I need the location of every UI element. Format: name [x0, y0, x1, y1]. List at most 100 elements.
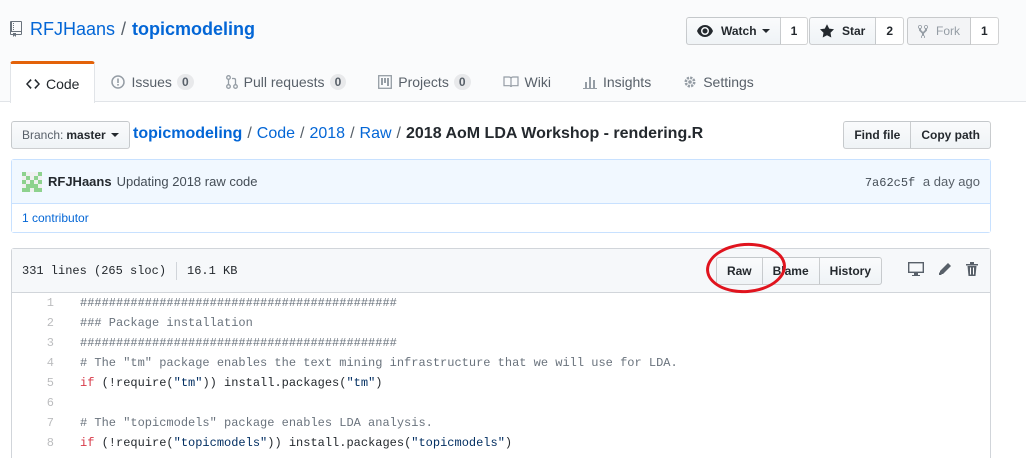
issue-icon [111, 75, 126, 89]
commit-message-link[interactable]: Updating 2018 raw code [117, 174, 258, 189]
line-number[interactable]: 4 [12, 356, 64, 370]
keyword: if [80, 376, 95, 390]
commit-author-link[interactable]: RFJHaans [48, 174, 112, 189]
breadcrumb: topicmodeling / Code / 2018 / Raw / 2018… [133, 125, 703, 143]
file-info: 331 lines (265 sloc) 16.1 KB [22, 262, 237, 280]
line-content: # The "topicmodels" package enables LDA … [80, 416, 433, 430]
line-number[interactable]: 2 [12, 316, 64, 330]
raw-button[interactable]: Raw [715, 257, 763, 285]
tab-insights[interactable]: Insights [567, 61, 667, 102]
line-content: # The "tm" package enables the text mini… [80, 356, 678, 370]
line-number[interactable]: 5 [12, 376, 64, 390]
watch-label: Watch [721, 24, 757, 38]
line-number[interactable]: 7 [12, 416, 64, 430]
code-line: 4 # The "tm" package enables the text mi… [12, 353, 990, 373]
file-actions: Raw Blame History [715, 257, 882, 285]
line-content: ### Package installation [80, 316, 253, 330]
line-number[interactable]: 1 [12, 296, 64, 310]
repo-icon [10, 20, 24, 39]
watch-button[interactable]: Watch [686, 17, 781, 45]
star-icon [820, 24, 838, 38]
branch-label: Branch: [22, 128, 64, 142]
code-text: )) install.packages( [267, 436, 412, 450]
fork-button[interactable]: Fork [907, 17, 971, 45]
gear-icon [683, 75, 697, 89]
graph-icon [582, 75, 597, 89]
code-text: )) install.packages( [202, 376, 347, 390]
find-file-button[interactable]: Find file [843, 121, 912, 149]
string-literal: "topicmodels" [411, 436, 505, 450]
line-content: ########################################… [80, 296, 397, 310]
code-line: 8 if (!require("topicmodels")) install.p… [12, 433, 990, 453]
contributors-row: 1 contributor [12, 204, 990, 232]
avatar[interactable] [22, 171, 42, 192]
repo-owner-link[interactable]: RFJHaans [30, 19, 115, 40]
tab-label: Pull requests [243, 74, 325, 90]
code-listing: 1 ######################################… [12, 293, 990, 453]
line-number[interactable]: 3 [12, 336, 64, 350]
code-line: 2 ### Package installation [12, 313, 990, 333]
file-navigation: Branch: master topicmodeling / Code / 20… [11, 121, 991, 149]
commit-meta: 7a62c5f a day ago [865, 174, 980, 190]
file-viewer: 331 lines (265 sloc) 16.1 KB Raw Blame H… [11, 248, 991, 458]
repo-tabs: Code Issues 0 Pull requests 0 Projects 0 [10, 61, 770, 103]
breadcrumb-separator: / [300, 125, 305, 142]
code-line: 5 if (!require("tm")) install.packages("… [12, 373, 990, 393]
pencil-icon[interactable] [938, 262, 952, 276]
line-content: if (!require("topicmodels")) install.pac… [64, 436, 512, 450]
tab-wiki[interactable]: Wiki [487, 61, 567, 102]
contributors-link[interactable]: 1 contributor [22, 211, 89, 225]
breadcrumb-separator: / [350, 125, 355, 142]
breadcrumb-root-link[interactable]: topicmodeling [133, 125, 242, 143]
breadcrumb-link-code[interactable]: Code [257, 125, 295, 143]
line-number[interactable]: 6 [12, 396, 64, 410]
code-line: 7 # The "topicmodels" package enables LD… [12, 413, 990, 433]
file-info-divider [176, 262, 178, 280]
breadcrumb-link-2018[interactable]: 2018 [309, 125, 345, 143]
tab-projects[interactable]: Projects 0 [362, 61, 486, 102]
tab-pull-requests[interactable]: Pull requests 0 [210, 61, 363, 102]
star-label: Star [842, 24, 866, 38]
code-line: 1 ######################################… [12, 293, 990, 313]
eye-icon [697, 25, 717, 37]
code-line: 3 ######################################… [12, 333, 990, 353]
breadcrumb-separator: / [247, 125, 252, 142]
tab-settings[interactable]: Settings [667, 61, 770, 102]
issues-count-badge: 0 [176, 74, 194, 90]
blame-button[interactable]: Blame [761, 257, 820, 285]
watch-count[interactable]: 1 [780, 17, 809, 45]
breadcrumb-file-name: 2018 AoM LDA Workshop - rendering.R [406, 125, 704, 142]
projects-count-badge: 0 [453, 74, 471, 90]
copy-path-button[interactable]: Copy path [911, 121, 991, 149]
commit-time: a day ago [922, 174, 980, 189]
star-count[interactable]: 2 [876, 17, 905, 45]
tab-label: Insights [602, 74, 652, 90]
trash-icon[interactable] [966, 262, 978, 276]
string-literal: "tm" [173, 376, 203, 390]
code-text: ) [504, 436, 513, 450]
tab-label: Settings [703, 74, 754, 90]
repo-name-link[interactable]: topicmodeling [132, 19, 255, 40]
star-group: Star 2 [809, 17, 905, 45]
branch-value: master [66, 128, 106, 142]
star-button[interactable]: Star [809, 17, 877, 45]
string-literal: "topicmodels" [173, 436, 268, 450]
commit-sha-link[interactable]: 7a62c5f [865, 176, 915, 190]
pull-requests-count-badge: 0 [329, 74, 347, 90]
breadcrumb-link-raw[interactable]: Raw [360, 125, 392, 143]
desktop-icon[interactable] [908, 262, 924, 276]
file-header: 331 lines (265 sloc) 16.1 KB Raw Blame H… [12, 249, 990, 293]
tab-code[interactable]: Code [10, 61, 96, 103]
latest-commit: RFJHaans Updating 2018 raw code 7a62c5f … [12, 160, 990, 204]
fork-icon [918, 24, 932, 38]
file-icon-actions [894, 262, 978, 276]
branch-select-button[interactable]: Branch: master [11, 121, 130, 149]
line-number[interactable]: 8 [12, 436, 64, 450]
history-button[interactable]: History [818, 257, 882, 285]
fork-count[interactable]: 1 [971, 17, 999, 45]
line-content: if (!require("tm")) install.packages("tm… [64, 376, 382, 390]
string-literal: "tm" [346, 376, 376, 390]
tab-issues[interactable]: Issues 0 [95, 61, 209, 102]
commit-tease: RFJHaans Updating 2018 raw code 7a62c5f … [11, 159, 991, 233]
code-text: (!require( [94, 436, 174, 450]
